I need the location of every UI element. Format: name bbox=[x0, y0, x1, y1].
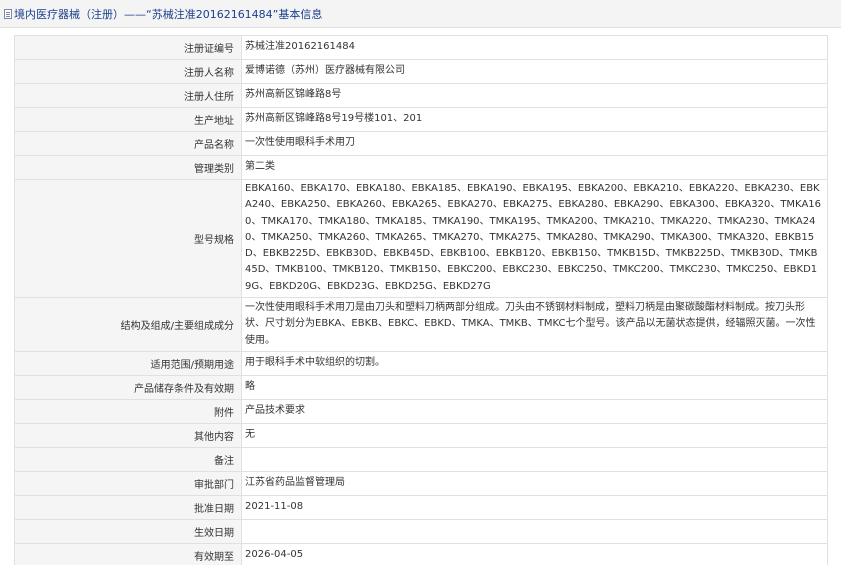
table-row: 审批部门 江苏省药品监督管理局 bbox=[14, 470, 828, 496]
row-label-product-name: 产品名称 bbox=[14, 131, 242, 156]
row-label-reg-no: 注册证编号 bbox=[14, 35, 242, 60]
table-row: 生产地址 苏州高新区锦峰路8号19号楼101、201 bbox=[14, 107, 828, 132]
row-label-registrant: 注册人名称 bbox=[14, 59, 242, 84]
row-value-remark bbox=[241, 446, 828, 472]
row-label-models: 型号规格 bbox=[14, 178, 242, 299]
row-value-production-address: 苏州高新区锦峰路8号19号楼101、201 bbox=[241, 107, 828, 132]
row-label-remark: 备注 bbox=[14, 446, 242, 472]
table-row: 注册证编号 苏械注准20162161484 bbox=[14, 35, 828, 60]
row-value-structure: 一次性使用眼科手术用刀是由刀头和塑料刀柄两部分组成。刀头由不锈钢材料制成，塑料刀… bbox=[241, 297, 828, 352]
table-row: 产品名称 一次性使用眼科手术用刀 bbox=[14, 131, 828, 156]
row-label-approval-dept: 审批部门 bbox=[14, 470, 242, 496]
row-value-approval-date: 2021-11-08 bbox=[241, 494, 828, 520]
table-row: 管理类别 第二类 bbox=[14, 155, 828, 180]
table-row: 其他内容 无 bbox=[14, 422, 828, 448]
row-label-structure: 结构及组成/主要组成成分 bbox=[14, 297, 242, 352]
table-row: 结构及组成/主要组成成分 一次性使用眼科手术用刀是由刀头和塑料刀柄两部分组成。刀… bbox=[14, 297, 828, 352]
row-label-category: 管理类别 bbox=[14, 155, 242, 180]
row-value-effective-date bbox=[241, 518, 828, 544]
table-row: 适用范围/预期用途 用于眼科手术中软组织的切割。 bbox=[14, 350, 828, 376]
table-row: 备注 bbox=[14, 446, 828, 472]
row-value-approval-dept: 江苏省药品监督管理局 bbox=[241, 470, 828, 496]
row-label-attachment: 附件 bbox=[14, 398, 242, 424]
row-value-attachment: 产品技术要求 bbox=[241, 398, 828, 424]
row-value-registrant-address: 苏州高新区锦峰路8号 bbox=[241, 83, 828, 108]
row-label-expiry-date: 有效期至 bbox=[14, 542, 242, 565]
table-row: 附件 产品技术要求 bbox=[14, 398, 828, 424]
row-value-reg-no: 苏械注准20162161484 bbox=[241, 35, 828, 60]
row-label-approval-date: 批准日期 bbox=[14, 494, 242, 520]
document-icon bbox=[4, 8, 12, 19]
table-row: 生效日期 bbox=[14, 518, 828, 544]
registration-info-table: 注册证编号 苏械注准20162161484 注册人名称 爱博诺德（苏州）医疗器械… bbox=[14, 35, 828, 565]
row-value-storage: 略 bbox=[241, 374, 828, 400]
row-label-registrant-address: 注册人住所 bbox=[14, 83, 242, 108]
table-row: 注册人名称 爱博诺德（苏州）医疗器械有限公司 bbox=[14, 59, 828, 84]
row-value-category: 第二类 bbox=[241, 155, 828, 180]
page-header: 境内医疗器械（注册）——“苏械注准20162161484”基本信息 bbox=[0, 0, 841, 28]
row-label-effective-date: 生效日期 bbox=[14, 518, 242, 544]
page-title: 境内医疗器械（注册）——“苏械注准20162161484”基本信息 bbox=[14, 7, 323, 21]
table-row: 型号规格 EBKA160、EBKA170、EBKA180、EBKA185、EBK… bbox=[14, 178, 828, 299]
row-value-other: 无 bbox=[241, 422, 828, 448]
table-row: 批准日期 2021-11-08 bbox=[14, 494, 828, 520]
table-row: 有效期至 2026-04-05 bbox=[14, 542, 828, 565]
row-value-product-name: 一次性使用眼科手术用刀 bbox=[241, 131, 828, 156]
row-value-registrant: 爱博诺德（苏州）医疗器械有限公司 bbox=[241, 59, 828, 84]
row-value-scope: 用于眼科手术中软组织的切割。 bbox=[241, 350, 828, 376]
row-value-models: EBKA160、EBKA170、EBKA180、EBKA185、EBKA190、… bbox=[241, 178, 828, 299]
row-label-scope: 适用范围/预期用途 bbox=[14, 350, 242, 376]
page: 境内医疗器械（注册）——“苏械注准20162161484”基本信息 注册证编号 … bbox=[0, 0, 841, 565]
row-label-storage: 产品储存条件及有效期 bbox=[14, 374, 242, 400]
row-value-expiry-date: 2026-04-05 bbox=[241, 542, 828, 565]
row-label-other: 其他内容 bbox=[14, 422, 242, 448]
row-label-production-address: 生产地址 bbox=[14, 107, 242, 132]
table-row: 注册人住所 苏州高新区锦峰路8号 bbox=[14, 83, 828, 108]
table-row: 产品储存条件及有效期 略 bbox=[14, 374, 828, 400]
